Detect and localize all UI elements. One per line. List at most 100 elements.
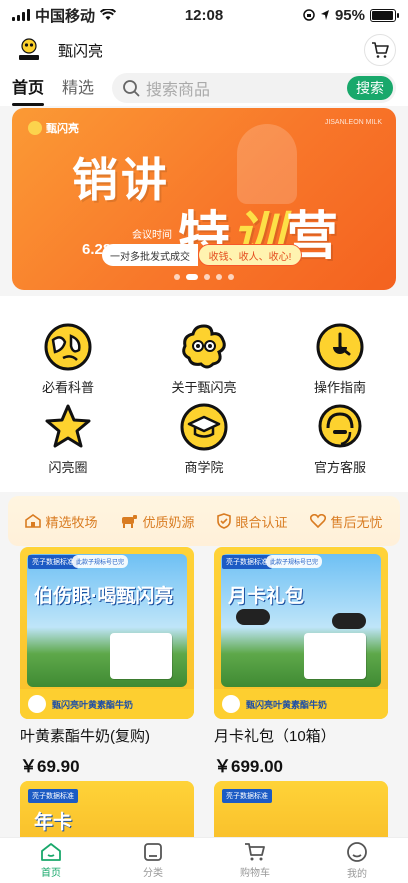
product-card-partial[interactable]: 亮子数据标准 年卡 <box>20 781 194 841</box>
product-image[interactable]: 亮子数据标准 此款子规标号已完 月卡礼包 甄闪亮叶黄素酯牛奶 <box>214 547 388 719</box>
product-strip-text: 甄闪亮叶黄素酯牛奶 <box>246 699 328 710</box>
tab-home[interactable]: 首页 <box>12 74 45 106</box>
nav-profile[interactable]: 我的 <box>306 838 408 883</box>
milk-box-graphic <box>110 633 172 679</box>
signal-icon <box>12 9 30 21</box>
search-input[interactable]: 搜索商品 <box>146 76 347 100</box>
product-price: ￥69.90 <box>20 757 80 776</box>
grid-item-label: 闪亮圈 <box>48 460 88 475</box>
app-header: 甄闪亮 <box>0 30 408 70</box>
location-icon <box>320 10 329 20</box>
heart-icon <box>310 514 327 528</box>
grid-item-label: 商学院 <box>184 460 224 475</box>
status-right: 95% <box>256 6 399 24</box>
mascot-icon <box>179 322 229 372</box>
grid-item-label: 关于甄闪亮 <box>171 380 237 395</box>
product-headline: 月卡礼包 <box>228 586 305 607</box>
feature-label: 精选牧场 <box>45 514 98 530</box>
product-price: ￥699.00 <box>214 757 283 776</box>
category-icon <box>144 843 162 861</box>
banner-date-label: 会议时间 <box>132 230 172 241</box>
product-tag: 亮子数据标准 <box>222 555 272 569</box>
feature-label: 眼合认证 <box>235 514 288 530</box>
cart-icon <box>372 42 389 58</box>
product-subtag: 此款子规标号已完 <box>72 555 129 568</box>
banner-title-line1: 销讲 <box>72 154 170 206</box>
headset-icon <box>315 402 365 452</box>
banner-english-tag: JISANLEON MILK <box>324 119 382 126</box>
search-bar[interactable]: 搜索商品 搜索 <box>112 73 396 103</box>
product-tag: 亮子数据标准 <box>28 789 78 803</box>
wifi-icon <box>100 9 117 20</box>
product-tag: 亮子数据标准 <box>222 789 272 803</box>
grid-item-label: 官方客服 <box>313 460 366 475</box>
status-time: 12:08 <box>184 6 224 24</box>
grid-item-label: 必看科普 <box>41 380 94 395</box>
product-card-partial[interactable]: 亮子数据标准 <box>214 781 388 841</box>
product-list: 亮子数据标准 此款子规标号已完 伯伤眼·喝甄闪亮 甄闪亮叶黄素酯牛奶 叶黄素酯牛… <box>12 547 396 841</box>
search-button[interactable]: 搜索 <box>347 76 393 100</box>
nav-label: 我的 <box>347 869 367 880</box>
brand-logo-icon <box>222 695 240 713</box>
farm-icon <box>25 514 42 528</box>
grid-item-service[interactable]: 官方客服 <box>272 402 408 482</box>
grid-item-science[interactable]: 必看科普 <box>0 322 136 402</box>
grid-item-about[interactable]: 关于甄闪亮 <box>136 322 272 402</box>
product-headline: 年卡 <box>34 812 73 833</box>
product-name[interactable]: 月卡礼包（10箱） <box>214 725 388 746</box>
battery-icon <box>370 8 399 22</box>
product-tag: 亮子数据标准 <box>28 555 78 569</box>
nav-home[interactable]: 首页 <box>0 838 102 883</box>
cow-icon <box>122 515 138 528</box>
compass-icon <box>315 322 365 372</box>
product-headline: 伯伤眼·喝甄闪亮 <box>34 586 174 607</box>
promo-banner[interactable]: 甄闪亮 JISANLEON MILK 销讲 特训营 会议时间 6.28-6.29… <box>12 108 396 290</box>
product-strip: 甄闪亮叶黄素酯牛奶 <box>214 689 388 719</box>
carousel-dot[interactable] <box>204 274 210 280</box>
app-title: 甄闪亮 <box>58 42 104 60</box>
header-cart-button[interactable] <box>364 34 396 66</box>
product-subtag: 此款子规标号已完 <box>266 555 323 568</box>
nav-label: 购物车 <box>240 868 270 879</box>
nav-label: 首页 <box>41 868 61 879</box>
product-name[interactable]: 叶黄素酯牛奶(复购) <box>20 725 194 746</box>
feature-label: 售后无忧 <box>330 514 383 530</box>
carousel-dot[interactable] <box>228 274 234 280</box>
product-card[interactable]: 亮子数据标准 此款子规标号已完 伯伤眼·喝甄闪亮 甄闪亮叶黄素酯牛奶 叶黄素酯牛… <box>20 547 194 777</box>
battery-percent: 95% <box>334 6 365 24</box>
banner-cta: 一对多批发式成交 收钱、收人、收心! <box>102 244 302 266</box>
shortcut-grid-section: 必看科普 关于甄闪亮 操作指南 闪亮圈 商学院 官方客服 <box>0 296 408 492</box>
brand-logo-icon <box>28 121 42 135</box>
shortcut-grid: 必看科普 关于甄闪亮 操作指南 闪亮圈 商学院 官方客服 <box>0 296 408 482</box>
carousel-dot[interactable] <box>186 274 198 280</box>
grid-item-academy[interactable]: 商学院 <box>136 402 272 482</box>
tab-search-row: 首页 精选 搜索商品 搜索 <box>0 70 408 106</box>
product-image: 亮子数据标准 年卡 <box>20 781 194 841</box>
lock-rotation-icon <box>303 9 315 21</box>
nav-category[interactable]: 分类 <box>102 838 204 883</box>
carousel-dots[interactable] <box>12 274 396 280</box>
search-icon <box>123 80 140 97</box>
product-image: 亮子数据标准 <box>214 781 388 841</box>
grid-item-circle[interactable]: 闪亮圈 <box>0 402 136 482</box>
feature-certified: 眼合认证 <box>217 512 288 531</box>
banner-cta-left: 一对多批发式成交 <box>102 244 198 266</box>
tab-featured[interactable]: 精选 <box>62 74 94 102</box>
banner-cta-right: 收钱、收人、收心! <box>198 244 302 266</box>
brand-logo-icon <box>12 33 46 67</box>
product-card[interactable]: 亮子数据标准 此款子规标号已完 月卡礼包 甄闪亮叶黄素酯牛奶 月卡礼包（10箱）… <box>214 547 388 777</box>
product-image[interactable]: 亮子数据标准 此款子规标号已完 伯伤眼·喝甄闪亮 甄闪亮叶黄素酯牛奶 <box>20 547 194 719</box>
microphone-graphic <box>237 124 297 204</box>
carousel-dot[interactable] <box>216 274 222 280</box>
grid-item-label: 操作指南 <box>313 380 366 395</box>
grid-item-guide[interactable]: 操作指南 <box>272 322 408 402</box>
carrier-label: 中国移动 <box>35 7 96 25</box>
feature-milk-source: 优质奶源 <box>120 512 195 531</box>
carousel-dot[interactable] <box>174 274 180 280</box>
status-left: 中国移动 <box>12 5 152 26</box>
profile-icon <box>347 842 367 862</box>
nav-cart[interactable]: 购物车 <box>204 838 306 883</box>
product-strip-text: 甄闪亮叶黄素酯牛奶 <box>52 699 134 710</box>
cow-graphic <box>332 613 366 629</box>
globe-icon <box>43 322 93 372</box>
